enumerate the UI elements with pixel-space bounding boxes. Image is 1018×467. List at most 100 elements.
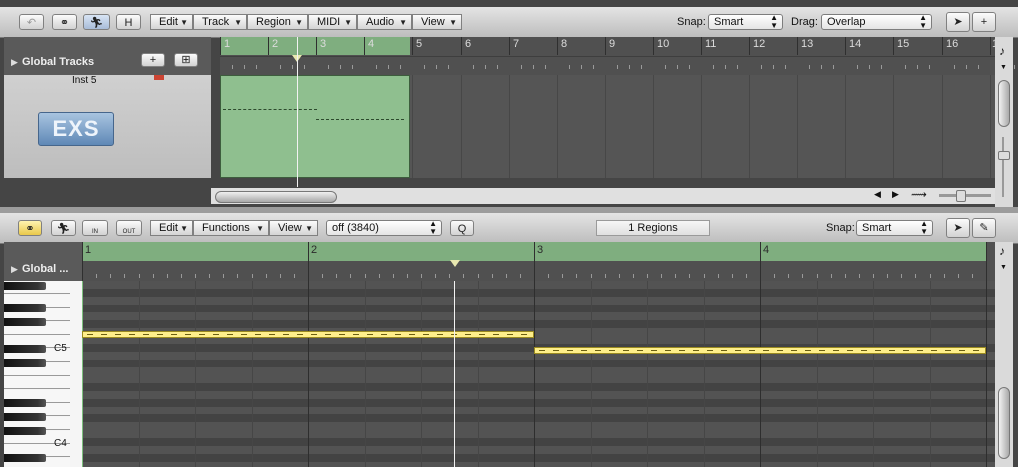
ruler-tick [209,274,210,278]
menu-edit[interactable]: Edit ▼ [150,14,193,30]
snap-select[interactable]: Smart ▲ ▼ [708,14,783,30]
note-velocity-dash [917,350,923,351]
pencil-tool-button[interactable]: + [972,12,996,32]
black-key[interactable] [4,359,46,367]
black-key[interactable] [4,304,46,312]
black-key[interactable] [4,318,46,326]
arrange-grid[interactable] [220,37,995,187]
waveform-zoom-icon[interactable]: ⟿ [911,188,927,201]
beat-line [817,281,818,467]
black-key[interactable] [4,427,46,435]
note-icon: ♪ [999,244,1005,258]
scroll-right-icon[interactable]: ▶ [892,189,899,200]
disclosure-triangle-icon[interactable]: ▶ [11,264,18,275]
catch-button[interactable]: 🏃︎ [83,14,110,30]
ruler-tick [675,274,676,278]
piano-roll-ruler[interactable]: 1 2 3 4 [82,242,995,281]
catch-button[interactable]: 🏃︎ [51,220,76,236]
black-key[interactable] [4,282,46,290]
midi-note[interactable] [82,331,534,338]
record-enable-icon[interactable] [154,75,164,80]
bar-number: 3 [537,244,544,256]
scroll-thumb[interactable] [215,191,337,203]
black-key[interactable] [4,413,46,421]
black-key[interactable] [4,345,46,353]
arrange-vertical-scrollbar[interactable]: ♪ ▼ [995,37,1013,207]
exs-plugin-icon[interactable]: EXS [38,112,114,146]
link-button[interactable]: ⚭ [18,220,42,236]
hide-button[interactable]: H [116,14,141,30]
bar-number: 4 [763,244,770,256]
pointer-tool-button[interactable]: ➤ [946,218,970,238]
beat-tick [677,65,678,69]
link-button[interactable]: ⚭ [52,14,77,30]
beat-line [139,281,140,467]
piano-keyboard[interactable]: C5 C4 [4,281,82,467]
bar-number: 3 [320,38,327,50]
piano-roll-grid[interactable] [82,281,995,467]
vertical-zoom-thumb[interactable] [998,151,1010,160]
scroll-down-icon[interactable]: ▼ [1000,64,1007,71]
scroll-left-icon[interactable]: ◀ [874,189,881,200]
ruler-tick [449,274,450,278]
menu-midi[interactable]: MIDI ▼ [308,14,357,30]
note-velocity-dash [735,350,741,351]
midi-in-button[interactable]: IN [82,220,108,236]
piano-roll-vertical-scrollbar[interactable]: ♪ ▼ [995,242,1013,467]
bar-number: 6 [465,38,472,50]
ruler-tick [407,274,408,278]
disclosure-triangle-icon[interactable]: ▶ [11,57,18,68]
zoom-slider-thumb[interactable] [956,190,966,202]
menu-track[interactable]: Track ▼ [193,14,247,30]
bar-tick [701,37,702,55]
arrange-ruler[interactable]: 123456789101112131415161 [220,37,1015,75]
pencil-tool-button[interactable]: ✎ [972,218,996,238]
scroll-thumb[interactable] [998,80,1010,127]
midi-region[interactable] [220,75,410,178]
arrange-horizontal-scrollbar[interactable]: ◀ ▶ ⟿ [211,188,995,204]
vertical-zoom-slider[interactable] [1002,137,1004,197]
bar-number: 10 [657,38,670,50]
menu-midi-label: MIDI [317,16,341,28]
note-velocity-dash [283,334,289,335]
region-note-line [223,109,317,110]
duplicate-track-button[interactable]: ⊞ [174,53,198,67]
note-velocity-dash [87,334,93,335]
ruler-tick [322,274,323,278]
snap-select[interactable]: Smart ▲ ▼ [856,220,933,236]
beat-tick [1014,65,1015,69]
quantize-button[interactable]: Q [450,220,474,236]
drag-select[interactable]: Overlap ▲ ▼ [821,14,932,30]
black-key[interactable] [4,454,46,462]
scroll-thumb[interactable] [998,387,1010,459]
ruler-tick [887,274,888,278]
add-track-button[interactable]: + [141,53,165,67]
black-key[interactable] [4,399,46,407]
note-velocity-dash [479,334,485,335]
note-velocity-dash [819,350,825,351]
scroll-down-icon[interactable]: ▼ [1000,264,1007,271]
beat-tick [581,65,582,69]
undo-button[interactable]: ↶ [19,14,44,30]
menu-view[interactable]: View ▼ [412,14,462,30]
bar-number: 14 [849,38,862,50]
global-tracks-header[interactable]: ▶ Global Tracks + ⊞ [4,37,211,75]
menu-audio[interactable]: Audio ▼ [357,14,412,30]
menu-functions[interactable]: Functions ▼ [193,220,269,236]
note-icon: ♪ [999,44,1005,58]
track-header[interactable]: Inst 5 EXS [4,75,211,178]
menu-view[interactable]: View ▼ [269,220,318,236]
pointer-tool-button[interactable]: ➤ [946,12,970,32]
cycle-range[interactable] [220,37,410,55]
white-key[interactable] [4,376,70,389]
ruler-tick [393,274,394,278]
bar-number: 16 [946,38,959,50]
piano-roll-global-header[interactable]: ▶ Global ... [4,242,82,281]
menu-region[interactable]: Region ▼ [247,14,308,30]
midi-out-button[interactable]: OUT [116,220,142,236]
playhead-marker-icon[interactable] [450,260,460,267]
menu-edit[interactable]: Edit ▼ [150,220,193,236]
midi-note[interactable] [534,347,986,354]
undo-icon: ↶ [26,17,37,29]
quantize-select[interactable]: off (3840) ▲ ▼ [326,220,442,236]
